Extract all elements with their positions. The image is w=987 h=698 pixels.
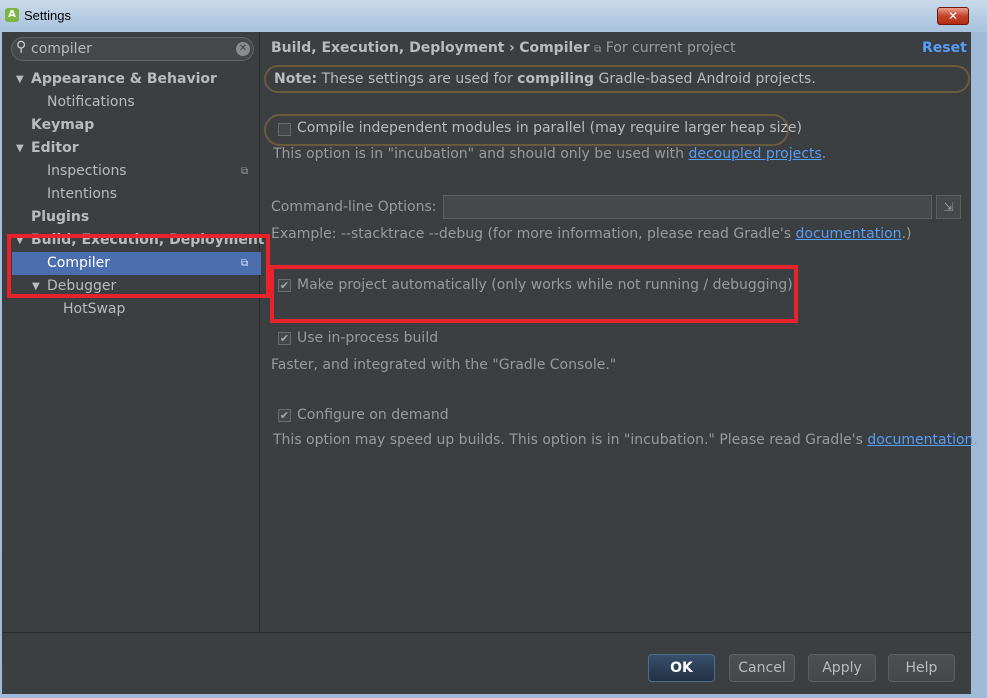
close-button[interactable]: ✕ [937,7,969,25]
settings-content: Build, Execution, Deployment › Compiler … [261,32,978,632]
window-border [971,32,987,698]
parallel-label[interactable]: Compile independent modules in parallel … [297,120,802,136]
sidebar-item-label: Intentions [47,186,118,202]
note-prefix: Note: [274,71,318,87]
project-scope-icon: ⧉ [594,44,602,55]
window-frame: A Settings ✕ ⚲ ✕ ▼ Appearance & Behavior… [0,0,987,698]
search-box[interactable]: ⚲ ✕ [11,37,254,61]
in-process-label[interactable]: Use in-process build [297,330,438,346]
title-bar: A Settings ✕ [0,0,987,32]
help-button[interactable]: Help [888,654,955,682]
on-demand-hint-end: . [973,432,978,448]
note-banner: Note: These settings are used for compil… [264,65,970,93]
sidebar-item-label: Keymap [31,117,95,133]
on-demand-hint: This option may speed up builds. This op… [273,432,978,448]
sidebar-item-label: Plugins [31,209,90,225]
sidebar-item-intentions[interactable]: Intentions [2,183,260,206]
search-input[interactable] [31,40,221,58]
sidebar-item-label: Appearance & Behavior [31,71,217,87]
expand-field-icon[interactable]: ⇲ [936,195,961,219]
on-demand-hint-text: This option may speed up builds. This op… [273,432,868,448]
breadcrumb-page: Compiler [519,40,590,56]
project-scope-icon: ⧉ [241,166,249,177]
cmdline-hint: Example: --stacktrace --debug (for more … [271,226,911,242]
documentation-link[interactable]: documentation [796,226,902,242]
sidebar-item-label: Editor [31,140,79,156]
parallel-hint-end: . [821,146,827,162]
breadcrumb: Build, Execution, Deployment › Compiler … [271,40,736,56]
sidebar-item-plugins[interactable]: Plugins [2,206,260,229]
settings-dialog: ⚲ ✕ ▼ Appearance & Behavior Notification… [2,32,978,694]
clear-search-icon[interactable]: ✕ [236,42,250,56]
documentation-link[interactable]: documentation [867,432,973,448]
note-text-end: Gradle-based Android projects. [594,71,816,87]
window-title: Settings [24,8,71,23]
sidebar-item-hotswap[interactable]: HotSwap [2,298,260,321]
parallel-checkbox[interactable] [278,123,291,136]
apply-button[interactable]: Apply [808,654,876,682]
breadcrumb-separator: › [508,40,515,56]
dialog-button-bar: OK Cancel Apply Help [2,632,971,694]
reset-link[interactable]: Reset [922,40,967,56]
breadcrumb-scope: For current project [605,40,736,56]
cmdline-hint-end: .) [901,226,912,242]
sidebar-item-notifications[interactable]: Notifications [2,91,260,114]
expand-arrow-icon[interactable]: ▼ [16,137,24,160]
parallel-hint-text: This option is in "incubation" and shoul… [273,146,689,162]
search-icon: ⚲ [16,39,27,55]
settings-sidebar: ⚲ ✕ ▼ Appearance & Behavior Notification… [2,32,265,632]
sidebar-item-keymap[interactable]: Keymap [2,114,260,137]
in-process-checkbox[interactable]: ✔ [278,332,291,345]
sidebar-item-editor[interactable]: ▼ Editor [2,137,260,160]
sidebar-item-label: Inspections [47,163,127,179]
breadcrumb-section: Build, Execution, Deployment [271,40,505,56]
cmdline-label: Command-line Options: [271,199,437,215]
android-studio-icon: A [5,8,19,22]
note-text: These settings are used for [317,71,518,87]
on-demand-label[interactable]: Configure on demand [297,407,449,423]
sidebar-item-label: Notifications [47,94,135,110]
on-demand-checkbox[interactable]: ✔ [278,409,291,422]
sidebar-item-label: HotSwap [63,301,126,317]
note-bold: compiling [517,71,595,87]
cmdline-hint-text: Example: --stacktrace --debug (for more … [271,226,796,242]
sidebar-item-inspections[interactable]: Inspections ⧉ [2,160,260,183]
parallel-hint: This option is in "incubation" and shoul… [273,146,826,162]
expand-arrow-icon[interactable]: ▼ [16,68,24,91]
sidebar-item-appearance-behavior[interactable]: ▼ Appearance & Behavior [2,68,260,91]
in-process-hint: Faster, and integrated with the "Gradle … [271,357,617,373]
ok-button[interactable]: OK [648,654,715,682]
cmdline-input[interactable] [443,195,932,219]
highlight-box-make-auto [270,265,798,323]
decoupled-projects-link[interactable]: decoupled projects [688,146,821,162]
cancel-button[interactable]: Cancel [729,654,795,682]
highlight-box-compiler [7,234,270,298]
